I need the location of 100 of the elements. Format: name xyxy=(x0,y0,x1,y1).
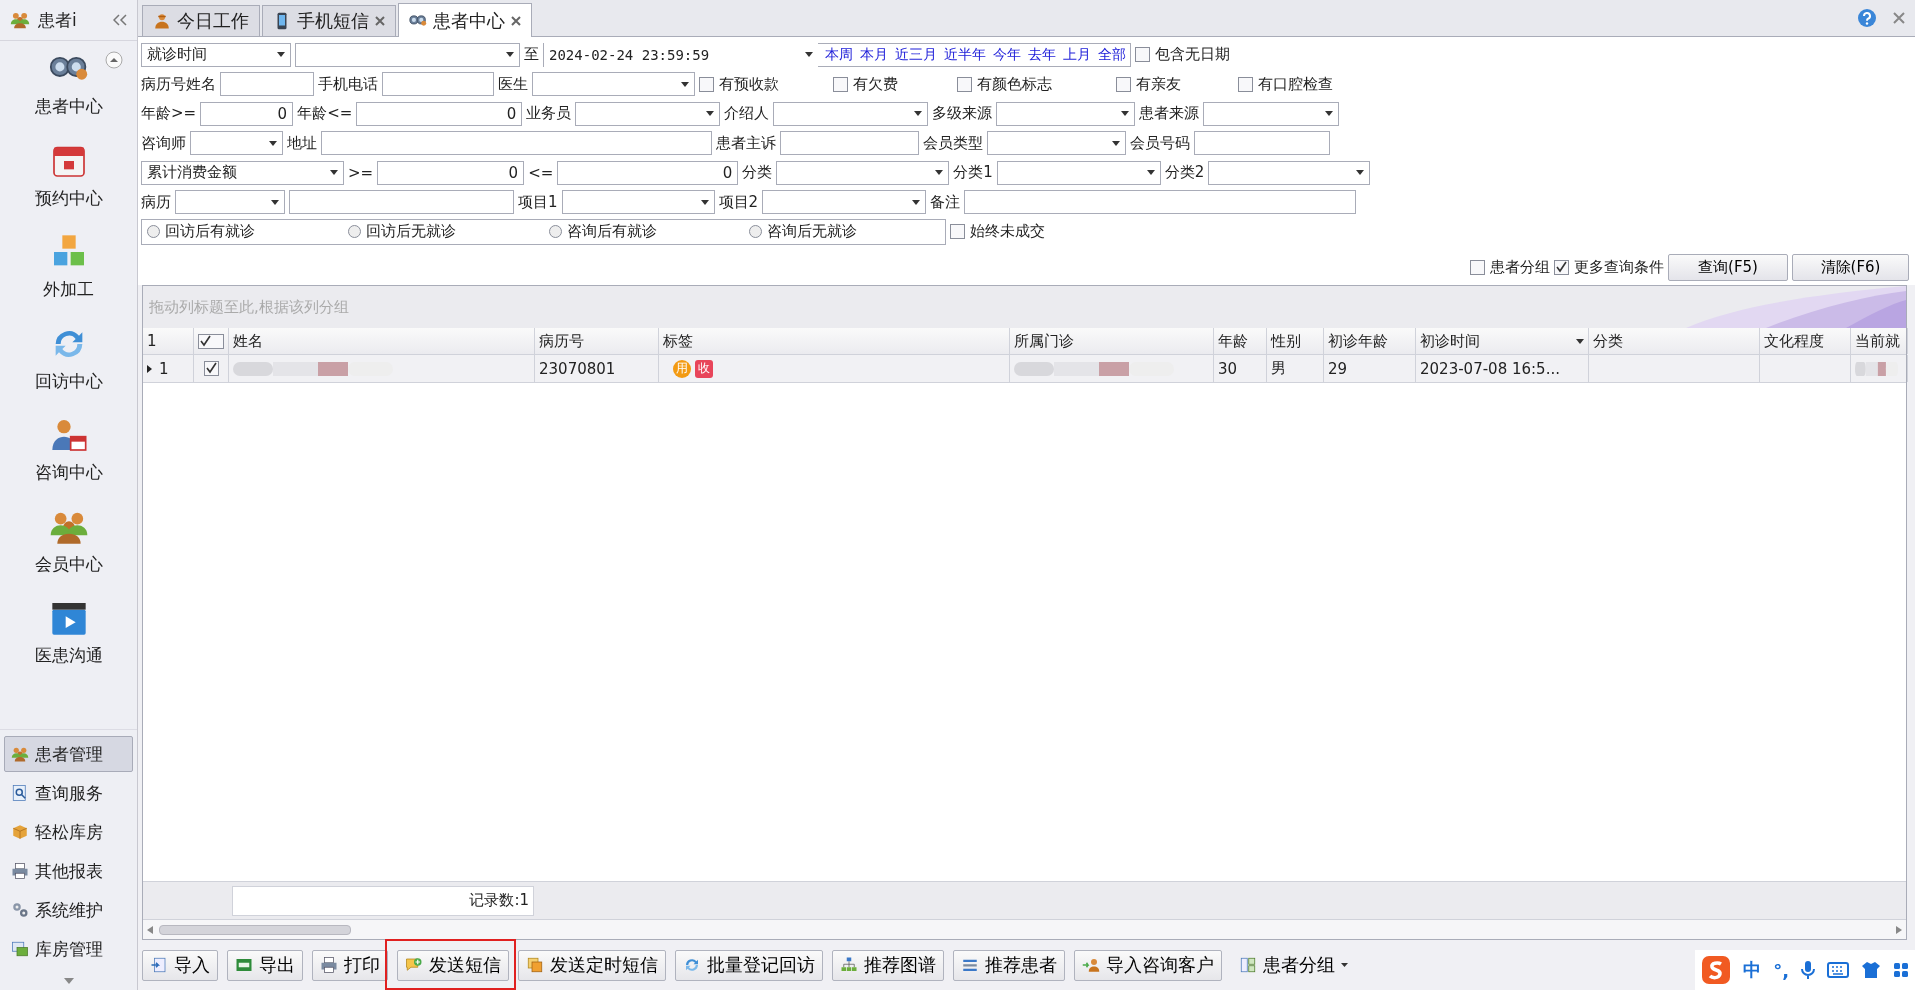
toolbar-button[interactable]: 推荐图谱 xyxy=(832,949,944,981)
column-header[interactable]: 当前就 xyxy=(1851,328,1908,354)
number-field[interactable]: 0 xyxy=(356,101,523,126)
caret-icon[interactable] xyxy=(935,170,944,176)
column-header[interactable]: 初诊年龄 xyxy=(1324,328,1416,354)
number-field[interactable]: 0 xyxy=(377,160,525,185)
nav-item[interactable]: 患者管理 xyxy=(4,736,133,772)
checkbox[interactable] xyxy=(1238,76,1253,92)
grid-icon[interactable] xyxy=(1893,962,1909,978)
caret-icon[interactable] xyxy=(330,170,338,176)
caret-icon[interactable] xyxy=(1356,170,1365,176)
caret-icon[interactable] xyxy=(269,140,277,146)
number-field[interactable]: 0 xyxy=(200,101,294,126)
nav-item[interactable]: 查询服务 xyxy=(4,775,133,811)
action-button[interactable]: 清除(F6) xyxy=(1792,253,1909,281)
caret-icon[interactable] xyxy=(1146,170,1155,176)
column-header[interactable]: 文化程度 xyxy=(1760,328,1851,354)
toolbar-button[interactable]: 推荐患者 xyxy=(953,949,1065,981)
number-field[interactable]: 0 xyxy=(557,160,739,185)
action-button[interactable]: 查询(F5) xyxy=(1668,253,1788,281)
input-field[interactable] xyxy=(964,190,1357,215)
input-field[interactable] xyxy=(780,131,919,156)
input-field[interactable] xyxy=(382,72,494,97)
caret-icon[interactable] xyxy=(914,111,923,117)
s-logo-icon[interactable] xyxy=(1701,955,1732,985)
input-field[interactable] xyxy=(1194,131,1330,156)
toolbar-button[interactable]: 患者分组 xyxy=(1231,949,1356,981)
caret-icon[interactable] xyxy=(1112,140,1120,146)
toolbar-button[interactable]: 导入 xyxy=(142,949,218,981)
column-header[interactable]: 病历号 xyxy=(535,328,659,354)
column-header[interactable]: 1 xyxy=(143,328,194,354)
caret-icon[interactable] xyxy=(700,199,709,205)
input-field[interactable] xyxy=(289,190,514,215)
caret-icon[interactable] xyxy=(1325,111,1334,117)
checkbox[interactable] xyxy=(198,333,224,349)
checkbox[interactable] xyxy=(1554,259,1569,275)
tab[interactable]: 今日工作 xyxy=(142,5,260,36)
dropdown[interactable]: 累计消费金额 xyxy=(141,160,344,185)
scroll-up-button[interactable] xyxy=(105,51,123,69)
radio-button[interactable] xyxy=(347,225,361,239)
column-header[interactable]: 年龄 xyxy=(1214,328,1267,354)
tab[interactable]: 手机短信 xyxy=(262,5,396,36)
expand-icon[interactable] xyxy=(63,978,74,984)
module-item[interactable]: 预约中心 xyxy=(34,140,103,232)
toolbar-button[interactable]: 批量登记回访 xyxy=(675,949,823,981)
column-header[interactable]: 分类 xyxy=(1589,328,1760,354)
input-field[interactable] xyxy=(220,72,314,97)
toolbar-button[interactable]: 导出 xyxy=(227,949,303,981)
module-item[interactable]: 医患沟通 xyxy=(34,598,103,690)
column-header[interactable]: 性别 xyxy=(1267,328,1324,354)
close-icon[interactable] xyxy=(511,15,521,26)
checkbox[interactable] xyxy=(957,76,972,92)
module-item[interactable]: 外加工 xyxy=(43,232,94,324)
punctuation-toggle[interactable]: °, xyxy=(1773,959,1789,981)
caret-icon[interactable] xyxy=(277,52,285,58)
caret-icon[interactable] xyxy=(681,81,689,87)
horizontal-scrollbar[interactable] xyxy=(143,919,1906,939)
column-header[interactable]: 姓名 xyxy=(229,328,535,354)
collapse-icon[interactable] xyxy=(113,14,127,26)
help-icon[interactable] xyxy=(1857,8,1877,28)
filter-dropdown-icon[interactable] xyxy=(1576,338,1584,344)
checkbox[interactable] xyxy=(1470,259,1485,275)
checkbox[interactable] xyxy=(1135,47,1150,63)
caret-icon[interactable] xyxy=(1121,111,1130,117)
module-item[interactable]: 患者中心 xyxy=(34,49,103,141)
tab[interactable]: 患者中心 xyxy=(398,3,532,37)
toolbar-button[interactable]: 发送定时短信 xyxy=(518,949,666,981)
radio-button[interactable] xyxy=(147,225,160,239)
column-header[interactable]: 所属门诊 xyxy=(1010,328,1214,354)
caret-icon[interactable] xyxy=(271,199,279,205)
close-icon[interactable] xyxy=(1893,12,1905,24)
module-item[interactable]: 回访中心 xyxy=(34,323,103,415)
dropdown[interactable]: 就诊时间 xyxy=(141,42,291,67)
checkbox[interactable] xyxy=(699,76,714,92)
scroll-left-icon[interactable] xyxy=(147,925,153,934)
caret-icon[interactable] xyxy=(506,52,514,58)
checkbox[interactable] xyxy=(833,76,848,92)
toolbar-button[interactable]: 发送短信 xyxy=(397,949,509,981)
shirt-icon[interactable] xyxy=(1861,961,1881,979)
radio-button[interactable] xyxy=(548,225,562,239)
microphone-icon[interactable] xyxy=(1801,960,1815,980)
input-field[interactable] xyxy=(321,131,712,156)
caret-icon[interactable] xyxy=(912,199,921,205)
checkbox[interactable] xyxy=(203,361,219,376)
checkbox[interactable] xyxy=(950,224,965,240)
module-item[interactable]: 会员中心 xyxy=(34,506,103,598)
column-header[interactable]: 标签 xyxy=(659,328,1010,354)
caret-icon[interactable] xyxy=(1341,963,1348,967)
close-icon[interactable] xyxy=(375,16,385,26)
nav-item[interactable]: 系统维护 xyxy=(4,892,133,928)
caret-icon[interactable] xyxy=(706,111,715,117)
scroll-right-icon[interactable] xyxy=(1896,925,1902,934)
checkbox[interactable] xyxy=(1116,76,1131,92)
module-item[interactable]: 咨询中心 xyxy=(34,415,103,507)
ime-mode[interactable]: 中 xyxy=(1743,958,1762,982)
toolbar-button[interactable]: 打印 xyxy=(312,949,388,981)
keyboard-icon[interactable] xyxy=(1827,962,1849,978)
nav-item[interactable]: 轻松库房 xyxy=(4,814,133,850)
toolbar-button[interactable]: 导入咨询客户 xyxy=(1074,949,1222,981)
column-header[interactable]: 初诊时间 xyxy=(1416,328,1589,354)
